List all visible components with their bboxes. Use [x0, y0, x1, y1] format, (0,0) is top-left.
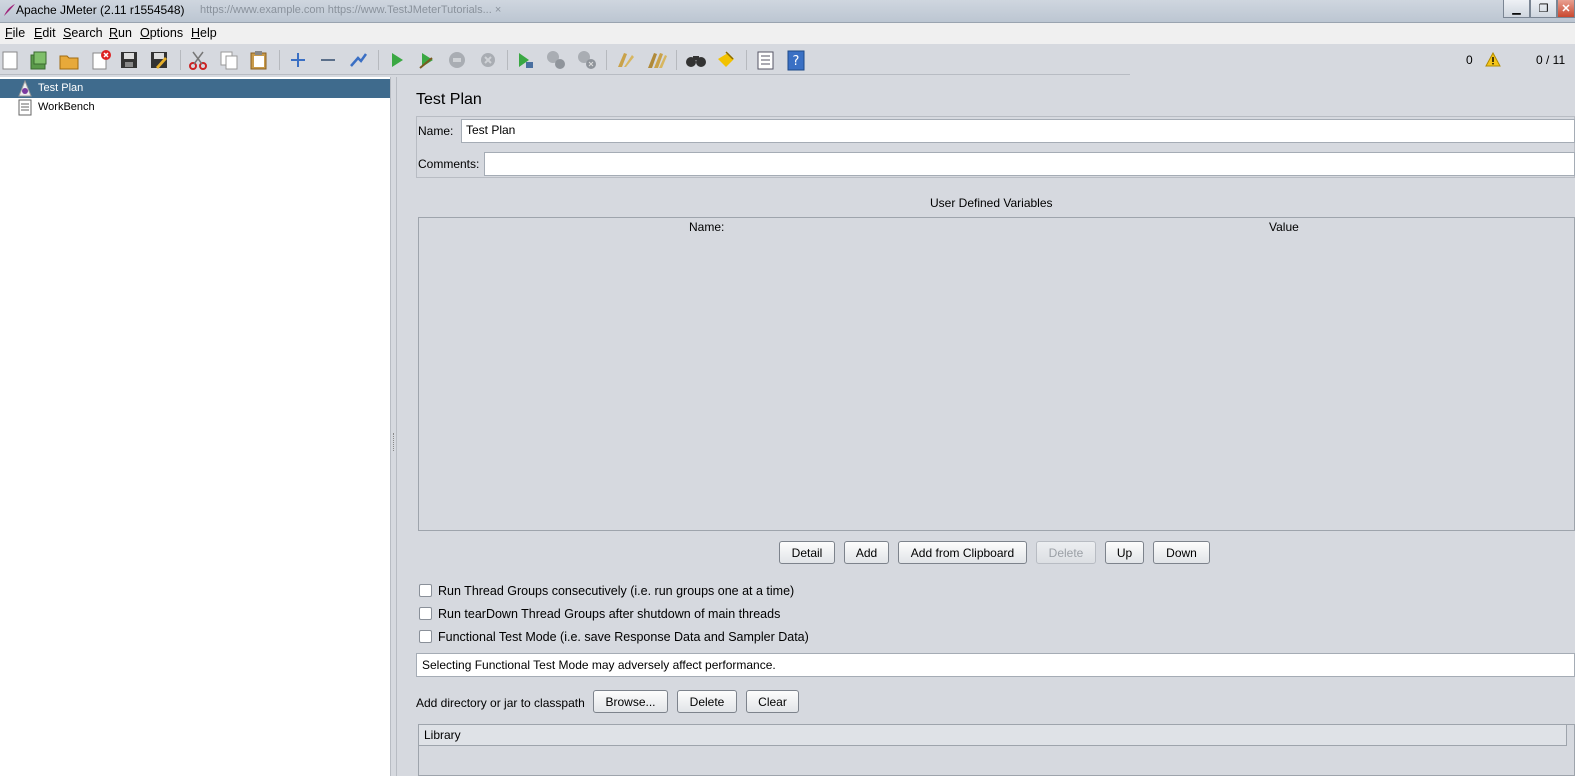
help-icon[interactable]: ? — [785, 49, 807, 71]
background-browser-tabs: https://www.example.com https://www.Test… — [200, 4, 502, 16]
column-header-value[interactable]: Value — [1269, 220, 1299, 234]
library-column-header[interactable]: Library — [419, 725, 1567, 746]
split-pane-divider[interactable] — [390, 77, 397, 776]
menu-edit[interactable]: Edit — [34, 26, 56, 40]
search-icon[interactable] — [685, 49, 707, 71]
menu-run[interactable]: Run — [109, 26, 132, 40]
expand-icon[interactable] — [287, 49, 309, 71]
error-count: 0 — [1466, 53, 1473, 67]
functional-test-mode-checkbox[interactable] — [419, 630, 432, 643]
add-button[interactable]: Add — [844, 541, 889, 564]
browse-button[interactable]: Browse... — [593, 690, 668, 713]
udv-title: User Defined Variables — [930, 196, 1053, 210]
collapse-icon[interactable] — [317, 49, 339, 71]
menu-bar: File Edit Search Run Options Help — [0, 23, 1575, 44]
jmeter-feather-icon — [4, 4, 15, 16]
cut-icon[interactable] — [187, 49, 209, 71]
svg-text:?: ? — [793, 54, 800, 69]
warning-icon[interactable] — [1485, 51, 1501, 68]
run-consecutively-checkbox[interactable] — [419, 584, 432, 597]
toolbar: ? 0 0 / 11 — [0, 44, 1575, 76]
shutdown-icon[interactable] — [477, 49, 499, 71]
toggle-icon[interactable] — [347, 49, 369, 71]
clear-classpath-button[interactable]: Clear — [746, 690, 799, 713]
window-controls: ▁ ❐ ✕ — [1503, 0, 1575, 18]
workbench-icon — [18, 99, 32, 116]
classpath-label: Add directory or jar to classpath — [416, 696, 585, 710]
remote-shutdown-icon[interactable] — [576, 49, 598, 71]
column-header-name[interactable]: Name: — [689, 220, 724, 234]
comments-label: Comments: — [418, 157, 480, 171]
title-bar: Apache JMeter (2.11 r1554548) https://ww… — [0, 0, 1575, 23]
start-icon[interactable] — [386, 49, 408, 71]
run-teardown-checkbox[interactable] — [419, 607, 432, 620]
active-thread-count: 0 / 11 — [1536, 53, 1566, 67]
menu-file[interactable]: File — [5, 26, 25, 40]
close-window-button[interactable]: ✕ — [1557, 0, 1575, 18]
window-title: Apache JMeter (2.11 r1554548) — [16, 3, 185, 17]
function-helper-icon[interactable] — [754, 49, 776, 71]
library-header-label: Library — [424, 728, 461, 742]
delete-variable-button[interactable]: Delete — [1036, 541, 1096, 564]
tree-item-test-plan[interactable]: Test Plan — [0, 79, 390, 98]
down-button[interactable]: Down — [1153, 541, 1210, 564]
test-tree: Test Plan WorkBench — [0, 77, 390, 776]
user-defined-variables-table[interactable]: Name: Value — [418, 217, 1575, 531]
comments-field[interactable] — [484, 152, 1575, 176]
clear-icon[interactable] — [614, 49, 636, 71]
delete-classpath-button[interactable]: Delete — [677, 690, 737, 713]
save-as-icon[interactable] — [148, 49, 170, 71]
templates-icon[interactable] — [28, 49, 50, 71]
clear-all-icon[interactable] — [645, 49, 667, 71]
minimize-button[interactable]: ▁ — [1503, 0, 1530, 18]
remote-start-icon[interactable] — [514, 49, 536, 71]
test-plan-icon — [18, 80, 32, 97]
close-icon[interactable] — [90, 49, 112, 71]
add-from-clipboard-button[interactable]: Add from Clipboard — [898, 541, 1027, 564]
tree-item-workbench[interactable]: WorkBench — [0, 98, 390, 117]
remote-stop-icon[interactable] — [545, 49, 567, 71]
restore-button[interactable]: ❐ — [1530, 0, 1557, 18]
functional-test-mode-label[interactable]: Functional Test Mode (i.e. save Response… — [438, 630, 809, 644]
functional-mode-note: Selecting Functional Test Mode may adver… — [416, 653, 1575, 677]
stop-icon[interactable] — [446, 49, 468, 71]
paste-icon[interactable] — [248, 49, 270, 71]
menu-options[interactable]: Options — [140, 26, 183, 40]
name-label: Name: — [418, 124, 454, 138]
run-consecutively-label[interactable]: Run Thread Groups consecutively (i.e. ru… — [438, 584, 794, 598]
run-teardown-label[interactable]: Run tearDown Thread Groups after shutdow… — [438, 607, 780, 621]
detail-button[interactable]: Detail — [779, 541, 835, 564]
tree-item-label: Test Plan — [38, 82, 84, 94]
save-icon[interactable] — [118, 49, 140, 71]
library-table[interactable]: Library — [418, 724, 1575, 776]
name-field[interactable]: Test Plan — [461, 119, 1575, 143]
panel-title: Test Plan — [416, 91, 482, 108]
start-no-pauses-icon[interactable] — [416, 49, 438, 71]
tree-item-label: WorkBench — [38, 101, 95, 113]
copy-icon[interactable] — [218, 49, 240, 71]
reset-search-icon[interactable] — [715, 49, 737, 71]
new-icon[interactable] — [0, 49, 22, 71]
up-button[interactable]: Up — [1105, 541, 1144, 564]
menu-help[interactable]: Help — [191, 26, 217, 40]
open-icon[interactable] — [58, 49, 80, 71]
menu-search[interactable]: Search — [63, 26, 103, 40]
